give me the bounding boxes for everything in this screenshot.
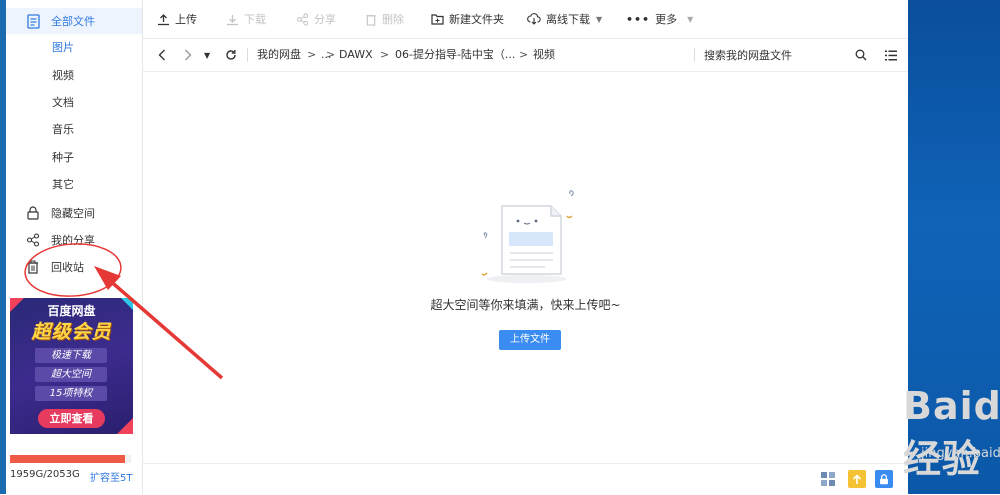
annotation-overlay bbox=[24, 243, 224, 380]
annotation-arrow bbox=[106, 277, 224, 380]
annotation-circle bbox=[24, 243, 122, 297]
